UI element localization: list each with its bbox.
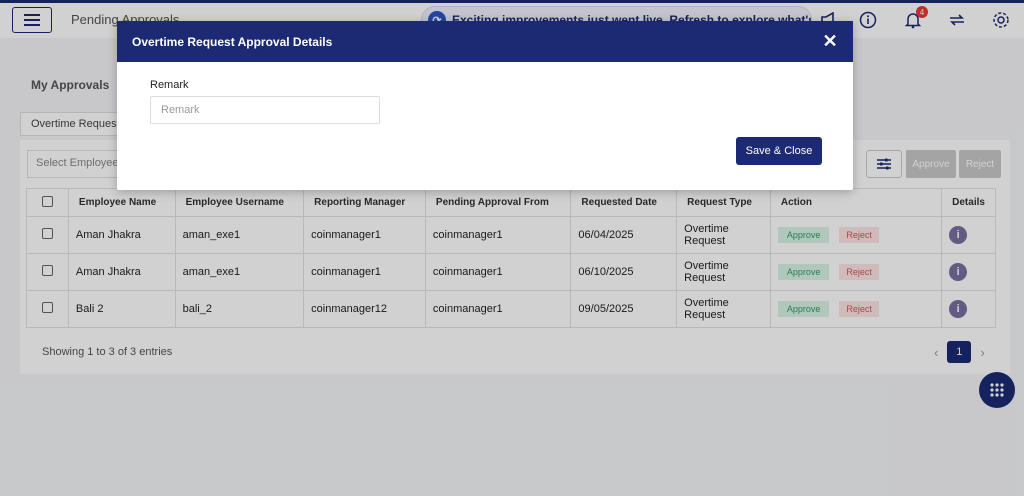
modal-title: Overtime Request Approval Details [132,34,333,49]
remark-label: Remark [150,79,189,91]
modal-header: Overtime Request Approval Details ✕ [117,21,853,62]
save-close-button[interactable]: Save & Close [736,137,822,165]
remark-input[interactable] [150,96,380,124]
close-icon[interactable]: ✕ [819,30,841,52]
approval-details-modal: Overtime Request Approval Details ✕ Rema… [117,21,853,190]
